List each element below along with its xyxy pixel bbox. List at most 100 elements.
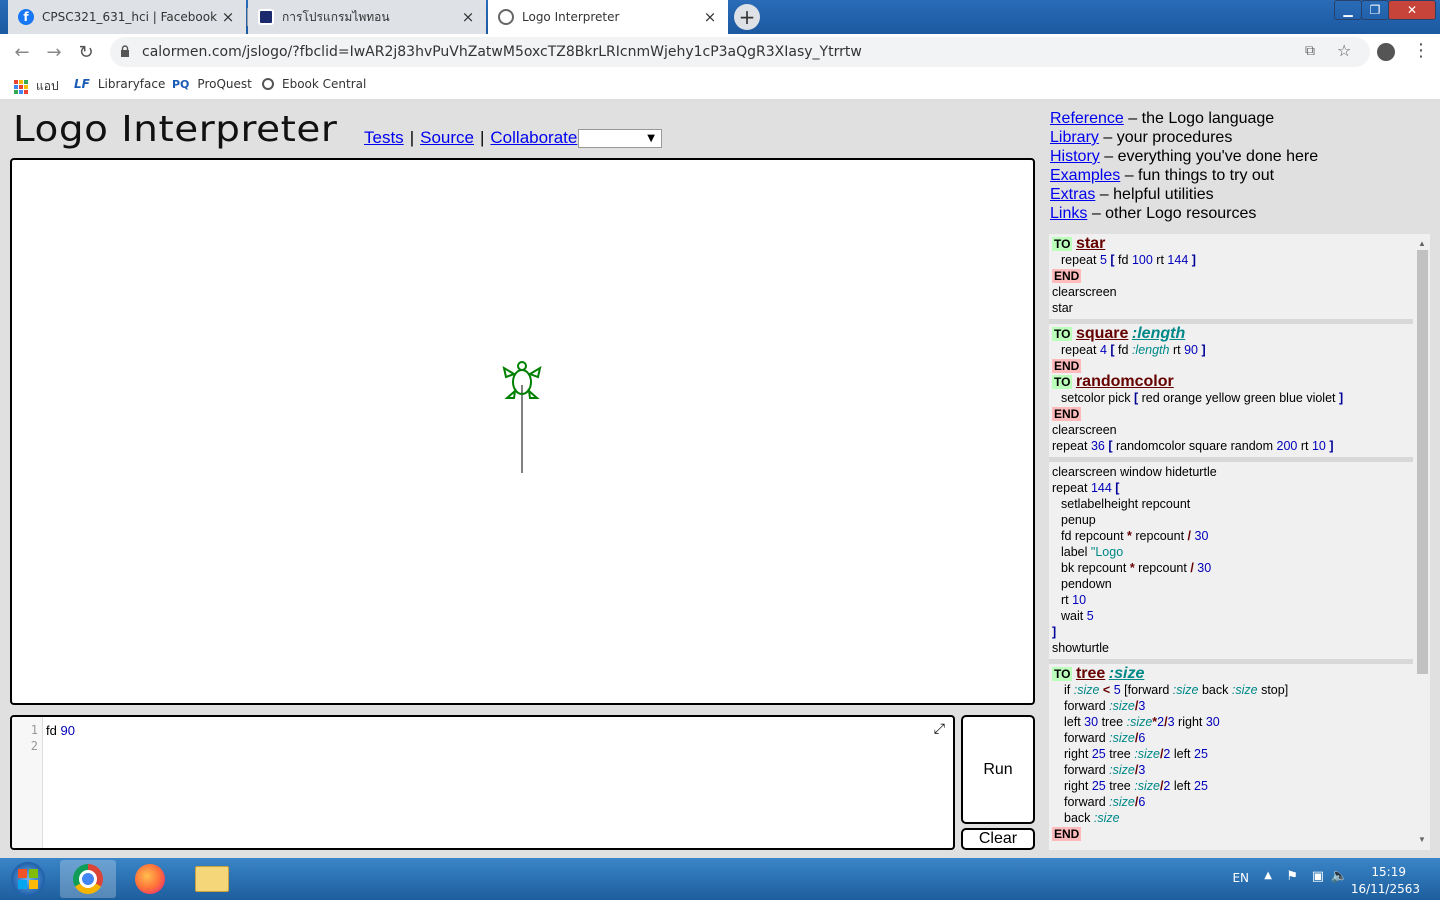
bookmark-ebook-central[interactable]: Ebook Central xyxy=(262,77,366,91)
clock-time[interactable]: 15:19 xyxy=(1371,865,1406,879)
code-command: fd xyxy=(46,723,57,738)
procedure-param: :length xyxy=(1131,325,1186,342)
translate-icon[interactable]: ⧉ xyxy=(1305,43,1315,59)
nav-desc: – other Logo resources xyxy=(1091,205,1257,222)
procedure-name: star xyxy=(1075,235,1106,252)
code-number: 144 xyxy=(1090,481,1112,495)
code-number: 6 xyxy=(1138,795,1146,809)
page-icon xyxy=(498,9,514,25)
history-scrollbar[interactable]: ▲ ▼ xyxy=(1414,234,1430,850)
line-number: 1 xyxy=(30,723,38,737)
reload-icon[interactable]: ↻ xyxy=(74,40,98,64)
scroll-down-icon[interactable]: ▼ xyxy=(1418,832,1426,848)
close-icon[interactable]: × xyxy=(702,8,718,26)
tests-link[interactable]: Tests xyxy=(364,128,404,147)
libraryface-icon: LF xyxy=(74,77,90,91)
code-bracket: ] xyxy=(1201,343,1206,357)
close-icon[interactable]: × xyxy=(220,8,236,26)
tab-facebook[interactable]: f CPSC321_631_hci | Facebook × xyxy=(8,0,246,34)
back-arrow-icon[interactable]: ← xyxy=(10,40,34,64)
code-number: 25 xyxy=(1194,747,1208,761)
example-select[interactable]: ▼ xyxy=(578,129,662,148)
bookmark-libraryface[interactable]: LF Libraryface xyxy=(74,77,165,91)
code-token: back xyxy=(1064,811,1091,825)
minimize-window-button[interactable]: ▁ xyxy=(1334,0,1362,20)
bookmarks-bar: แอป LF Libraryface PQ ProQuest Ebook Cen… xyxy=(0,70,1440,100)
code-variable: :size xyxy=(1109,763,1135,777)
code-token: forward xyxy=(1064,731,1106,745)
code-number: 3 xyxy=(1138,699,1146,713)
examples-link[interactable]: Examples xyxy=(1050,167,1120,184)
address-bar[interactable]: calormen.com/jslogo/?fbclid=IwAR2j83hvPu… xyxy=(110,37,1370,67)
code-variable: :size xyxy=(1073,683,1100,697)
bookmark-star-icon[interactable]: ☆ xyxy=(1337,41,1351,60)
profile-avatar-icon[interactable] xyxy=(1377,43,1395,61)
language-indicator[interactable]: EN xyxy=(1232,871,1249,885)
tab-logo-interpreter[interactable]: Logo Interpreter × xyxy=(488,0,728,34)
code-number: 30 xyxy=(1205,715,1220,729)
collaborate-link[interactable]: Collaborate xyxy=(490,128,577,147)
maximize-window-button[interactable]: ❐ xyxy=(1361,0,1389,20)
history-link[interactable]: History xyxy=(1050,148,1100,165)
run-button[interactable]: Run xyxy=(961,715,1035,824)
network-icon[interactable]: ▣ xyxy=(1312,869,1324,884)
history-entry[interactable]: clearscreen window hideturtle repeat 144… xyxy=(1049,462,1413,664)
code-token: fd xyxy=(1118,253,1129,267)
apps-grid-icon xyxy=(14,79,28,94)
clock-date[interactable]: 16/11/2563 xyxy=(1351,882,1420,896)
code-line: pendown xyxy=(1061,577,1112,591)
library-link[interactable]: Library xyxy=(1050,129,1099,146)
source-link[interactable]: Source xyxy=(420,128,474,147)
code-variable: :size xyxy=(1126,715,1153,729)
turtle-canvas[interactable] xyxy=(10,158,1035,705)
bookmark-proquest[interactable]: PQ ProQuest xyxy=(172,77,252,91)
history-entry[interactable]: TO star repeat 5 [ fd 100 rt 144 ] END c… xyxy=(1049,234,1413,324)
file-explorer-icon[interactable] xyxy=(184,860,240,898)
show-hidden-icons-icon[interactable]: ▲ xyxy=(1264,870,1272,881)
history-panel[interactable]: TO star repeat 5 [ fd 100 rt 144 ] END c… xyxy=(1049,234,1430,850)
code-number: 5 xyxy=(1086,609,1094,623)
code-text[interactable]: fd 90 xyxy=(46,723,75,738)
code-token: rt xyxy=(1172,343,1181,357)
tab-python[interactable]: การโปรแกรมไพทอน × xyxy=(248,0,486,34)
scrollbar-thumb[interactable] xyxy=(1417,250,1428,674)
code-token: label xyxy=(1061,545,1088,559)
code-bracket: ] xyxy=(1052,625,1057,639)
code-token: rt xyxy=(1300,439,1309,453)
close-window-button[interactable]: ✕ xyxy=(1388,0,1436,20)
code-number: 30 xyxy=(1194,529,1209,543)
procedure-name: randomcolor xyxy=(1075,373,1174,390)
facebook-icon: f xyxy=(18,9,34,25)
firefox-icon[interactable] xyxy=(122,860,178,898)
code-variable: :size xyxy=(1109,795,1135,809)
code-number: 2 xyxy=(1163,747,1171,761)
bookmark-apps[interactable]: แอป xyxy=(14,77,59,96)
action-center-flag-icon[interactable]: ⚑ xyxy=(1286,869,1298,884)
to-keyword: TO xyxy=(1052,667,1073,681)
code-token: repeat xyxy=(1061,343,1097,357)
menu-dots-icon[interactable]: ⋮ xyxy=(1412,40,1430,61)
chrome-icon[interactable] xyxy=(60,860,116,898)
windows-start-icon[interactable] xyxy=(0,860,56,898)
reference-link[interactable]: Reference xyxy=(1050,110,1124,127)
code-number: 10 xyxy=(1311,439,1326,453)
links-link[interactable]: Links xyxy=(1050,205,1087,222)
close-icon[interactable]: × xyxy=(460,8,476,26)
tab-title: Logo Interpreter xyxy=(522,10,620,24)
volume-icon[interactable]: 🔈 xyxy=(1331,868,1348,884)
history-entry[interactable]: TO square :length repeat 4 [ fd :length … xyxy=(1049,324,1413,462)
expand-editor-icon[interactable]: ⤢ xyxy=(934,721,945,737)
code-number: 5 xyxy=(1099,253,1107,267)
forward-arrow-icon[interactable]: → xyxy=(42,40,66,64)
code-token: repeat xyxy=(1061,253,1097,267)
code-token: forward xyxy=(1064,699,1106,713)
dropdown-arrow-icon: ▼ xyxy=(647,133,655,144)
end-keyword: END xyxy=(1052,269,1082,283)
clear-button[interactable]: Clear xyxy=(961,828,1035,850)
history-entry[interactable]: TO tree :size if :size < 5 [forward :siz… xyxy=(1049,664,1413,845)
globe-icon xyxy=(262,78,274,90)
code-operator: * xyxy=(1127,529,1132,543)
new-tab-button[interactable]: + xyxy=(734,4,760,30)
code-editor[interactable]: 1 2 fd 90 ⤢ xyxy=(10,715,955,850)
extras-link[interactable]: Extras xyxy=(1050,186,1095,203)
